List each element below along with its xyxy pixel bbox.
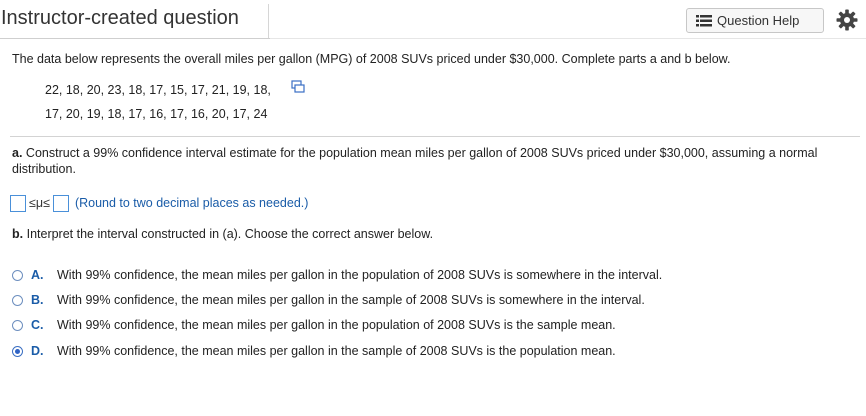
mu-inequality: ≤μ≤ [29, 196, 50, 210]
option-c-radio[interactable] [12, 319, 23, 331]
header-rule [270, 38, 866, 39]
page-title: Instructor-created question [1, 7, 239, 29]
option-d-radio[interactable] [12, 345, 23, 357]
title-underline [0, 38, 270, 39]
option-c-text: With 99% confidence, the mean miles per … [57, 318, 616, 332]
part-a-prompt: a. Construct a 99% confidence interval e… [12, 145, 857, 177]
part-b-label: b. [12, 227, 24, 241]
option-d-letter: D. [31, 344, 44, 358]
option-b[interactable]: B. With 99% confidence, the mean miles p… [12, 291, 645, 309]
option-c-letter: C. [31, 318, 44, 332]
option-d[interactable]: D. With 99% confidence, the mean miles p… [12, 342, 616, 360]
option-a-radio[interactable] [12, 269, 23, 281]
section-divider [10, 136, 860, 137]
question-help-label: Question Help [717, 13, 800, 28]
option-a-letter: A. [31, 268, 44, 282]
question-intro: The data below represents the overall mi… [12, 52, 731, 66]
option-b-letter: B. [31, 293, 44, 307]
question-help-button[interactable]: Question Help [686, 8, 824, 33]
option-c[interactable]: C. With 99% confidence, the mean miles p… [12, 316, 616, 334]
list-icon [696, 14, 712, 27]
question-header: Instructor-created question Question Hel… [0, 0, 866, 40]
confidence-interval-answer: ≤μ≤ (Round to two decimal places as need… [10, 193, 308, 213]
gear-icon[interactable] [835, 8, 859, 32]
part-a-text: Construct a 99% confidence interval esti… [12, 146, 818, 176]
title-divider [268, 4, 269, 38]
part-b-text: Interpret the interval constructed in (a… [26, 227, 434, 241]
part-a-label: a. [12, 146, 23, 160]
option-d-text: With 99% confidence, the mean miles per … [57, 344, 616, 358]
option-a[interactable]: A. With 99% confidence, the mean miles p… [12, 266, 662, 284]
option-b-radio[interactable] [12, 294, 23, 306]
lower-bound-input[interactable] [10, 194, 26, 212]
data-values-line-1: 22, 18, 20, 23, 18, 17, 15, 17, 21, 19, … [45, 83, 271, 97]
data-values-line-2: 17, 20, 19, 18, 17, 16, 17, 16, 20, 17, … [45, 107, 268, 121]
option-b-text: With 99% confidence, the mean miles per … [57, 293, 645, 307]
rounding-hint: (Round to two decimal places as needed.) [74, 196, 309, 210]
part-b-prompt: b. Interpret the interval constructed in… [12, 227, 433, 241]
upper-bound-input[interactable] [52, 194, 69, 212]
copy-data-icon[interactable] [291, 80, 305, 94]
option-a-text: With 99% confidence, the mean miles per … [57, 268, 663, 282]
